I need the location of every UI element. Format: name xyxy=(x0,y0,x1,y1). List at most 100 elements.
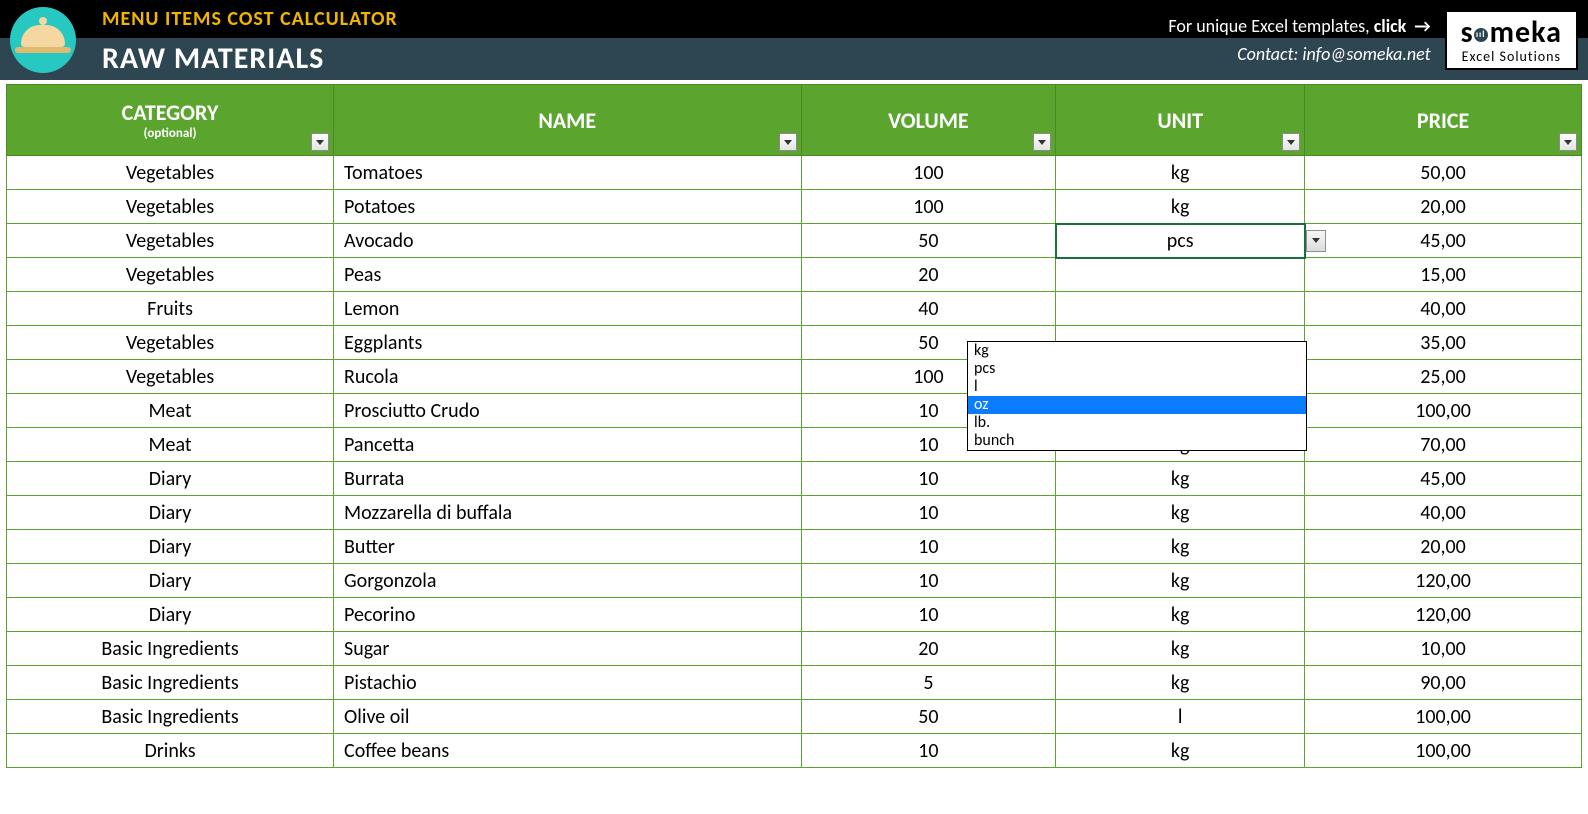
col-header-price[interactable]: PRICE xyxy=(1305,85,1582,156)
cell-price[interactable]: 90,00 xyxy=(1305,666,1582,700)
cell-name[interactable]: Burrata xyxy=(334,462,801,496)
cell-category[interactable]: Vegetables xyxy=(7,326,334,360)
cell-volume[interactable]: 10 xyxy=(801,598,1056,632)
cell-name[interactable]: Butter xyxy=(334,530,801,564)
cell-price[interactable]: 40,00 xyxy=(1305,496,1582,530)
filter-button-price[interactable] xyxy=(1559,133,1577,151)
unit-dropdown-list[interactable]: kgpcslozlb.bunch xyxy=(967,341,1307,451)
cell-category[interactable]: Diary xyxy=(7,530,334,564)
cell-price[interactable]: 120,00 xyxy=(1305,564,1582,598)
cell-name[interactable]: Olive oil xyxy=(334,700,801,734)
unit-option[interactable]: l xyxy=(968,378,1306,396)
cell-price[interactable]: 10,00 xyxy=(1305,632,1582,666)
cell-price[interactable]: 20,00 xyxy=(1305,530,1582,564)
cell-name[interactable]: Rucola xyxy=(334,360,801,394)
cell-name[interactable]: Avocado xyxy=(334,224,801,258)
cell-volume[interactable]: 40 xyxy=(801,292,1056,326)
cell-unit[interactable]: kg xyxy=(1056,666,1305,700)
cell-unit[interactable]: kg xyxy=(1056,734,1305,768)
cell-price[interactable]: 35,00 xyxy=(1305,326,1582,360)
cell-price[interactable]: 20,00 xyxy=(1305,190,1582,224)
unit-option[interactable]: lb. xyxy=(968,414,1306,432)
cell-category[interactable]: Vegetables xyxy=(7,190,334,224)
cell-price[interactable]: 70,00 xyxy=(1305,428,1582,462)
filter-button-unit[interactable] xyxy=(1282,133,1300,151)
cell-category[interactable]: Drinks xyxy=(7,734,334,768)
unit-option[interactable]: pcs xyxy=(968,360,1306,378)
filter-button-volume[interactable] xyxy=(1033,133,1051,151)
filter-button-name[interactable] xyxy=(779,133,797,151)
cell-name[interactable]: Potatoes xyxy=(334,190,801,224)
cell-category[interactable]: Diary xyxy=(7,496,334,530)
col-header-category[interactable]: CATEGORY (optional) xyxy=(7,85,334,156)
cell-volume[interactable]: 10 xyxy=(801,462,1056,496)
cell-price[interactable]: 40,00 xyxy=(1305,292,1582,326)
cell-name[interactable]: Prosciutto Crudo xyxy=(334,394,801,428)
cell-unit[interactable]: kg xyxy=(1056,598,1305,632)
cell-category[interactable]: Diary xyxy=(7,598,334,632)
cell-category[interactable]: Vegetables xyxy=(7,360,334,394)
col-header-name[interactable]: NAME xyxy=(334,85,801,156)
unit-option[interactable]: bunch xyxy=(968,432,1306,450)
cell-name[interactable]: Sugar xyxy=(334,632,801,666)
cell-name[interactable]: Coffee beans xyxy=(334,734,801,768)
cell-category[interactable]: Basic Ingredients xyxy=(7,666,334,700)
cell-price[interactable]: 100,00 xyxy=(1305,700,1582,734)
cell-category[interactable]: Diary xyxy=(7,564,334,598)
unit-option[interactable]: kg xyxy=(968,342,1306,360)
cell-price[interactable]: 100,00 xyxy=(1305,734,1582,768)
promo-block[interactable]: For unique Excel templates, click → Cont… xyxy=(1168,15,1430,65)
cell-unit[interactable] xyxy=(1056,292,1305,326)
cell-price[interactable]: 45,00 xyxy=(1305,224,1582,258)
cell-volume[interactable]: 5 xyxy=(801,666,1056,700)
cell-category[interactable]: Diary xyxy=(7,462,334,496)
cell-unit[interactable] xyxy=(1056,258,1305,292)
cell-volume[interactable]: 100 xyxy=(801,190,1056,224)
cell-volume[interactable]: 10 xyxy=(801,564,1056,598)
cell-category[interactable]: Vegetables xyxy=(7,224,334,258)
cell-price[interactable]: 100,00 xyxy=(1305,394,1582,428)
cell-unit[interactable]: kg xyxy=(1056,530,1305,564)
cell-volume[interactable]: 50 xyxy=(801,224,1056,258)
cell-name[interactable]: Pancetta xyxy=(334,428,801,462)
cell-name[interactable]: Gorgonzola xyxy=(334,564,801,598)
cell-unit[interactable]: kg xyxy=(1056,190,1305,224)
cell-category[interactable]: Vegetables xyxy=(7,258,334,292)
filter-button-category[interactable] xyxy=(311,133,329,151)
cell-volume[interactable]: 10 xyxy=(801,530,1056,564)
cell-price[interactable]: 50,00 xyxy=(1305,156,1582,190)
cell-volume[interactable]: 50 xyxy=(801,700,1056,734)
col-header-unit[interactable]: UNIT xyxy=(1056,85,1305,156)
cell-name[interactable]: Tomatoes xyxy=(334,156,801,190)
cell-unit[interactable]: kg xyxy=(1056,632,1305,666)
cell-unit[interactable]: kg xyxy=(1056,564,1305,598)
col-header-volume[interactable]: VOLUME xyxy=(801,85,1056,156)
cell-unit[interactable]: pcs xyxy=(1056,224,1305,258)
cell-category[interactable]: Meat xyxy=(7,394,334,428)
cell-volume[interactable]: 100 xyxy=(801,156,1056,190)
cell-name[interactable]: Peas xyxy=(334,258,801,292)
brand-box[interactable]: sıılmeka Excel Solutions xyxy=(1445,10,1578,70)
data-validation-button[interactable] xyxy=(1306,230,1326,252)
cell-category[interactable]: Fruits xyxy=(7,292,334,326)
cell-name[interactable]: Lemon xyxy=(334,292,801,326)
cell-name[interactable]: Pistachio xyxy=(334,666,801,700)
unit-option[interactable]: oz xyxy=(968,396,1306,414)
cell-volume[interactable]: 10 xyxy=(801,734,1056,768)
cell-unit[interactable]: kg xyxy=(1056,462,1305,496)
cell-volume[interactable]: 20 xyxy=(801,258,1056,292)
cell-price[interactable]: 120,00 xyxy=(1305,598,1582,632)
cell-category[interactable]: Vegetables xyxy=(7,156,334,190)
cell-price[interactable]: 15,00 xyxy=(1305,258,1582,292)
cell-unit[interactable]: l xyxy=(1056,700,1305,734)
cell-category[interactable]: Meat xyxy=(7,428,334,462)
cell-unit[interactable]: kg xyxy=(1056,156,1305,190)
cell-unit[interactable]: kg xyxy=(1056,496,1305,530)
cell-price[interactable]: 45,00 xyxy=(1305,462,1582,496)
cell-name[interactable]: Eggplants xyxy=(334,326,801,360)
cell-volume[interactable]: 10 xyxy=(801,496,1056,530)
cell-name[interactable]: Mozzarella di buffala xyxy=(334,496,801,530)
cell-category[interactable]: Basic Ingredients xyxy=(7,632,334,666)
cell-price[interactable]: 25,00 xyxy=(1305,360,1582,394)
cell-volume[interactable]: 20 xyxy=(801,632,1056,666)
